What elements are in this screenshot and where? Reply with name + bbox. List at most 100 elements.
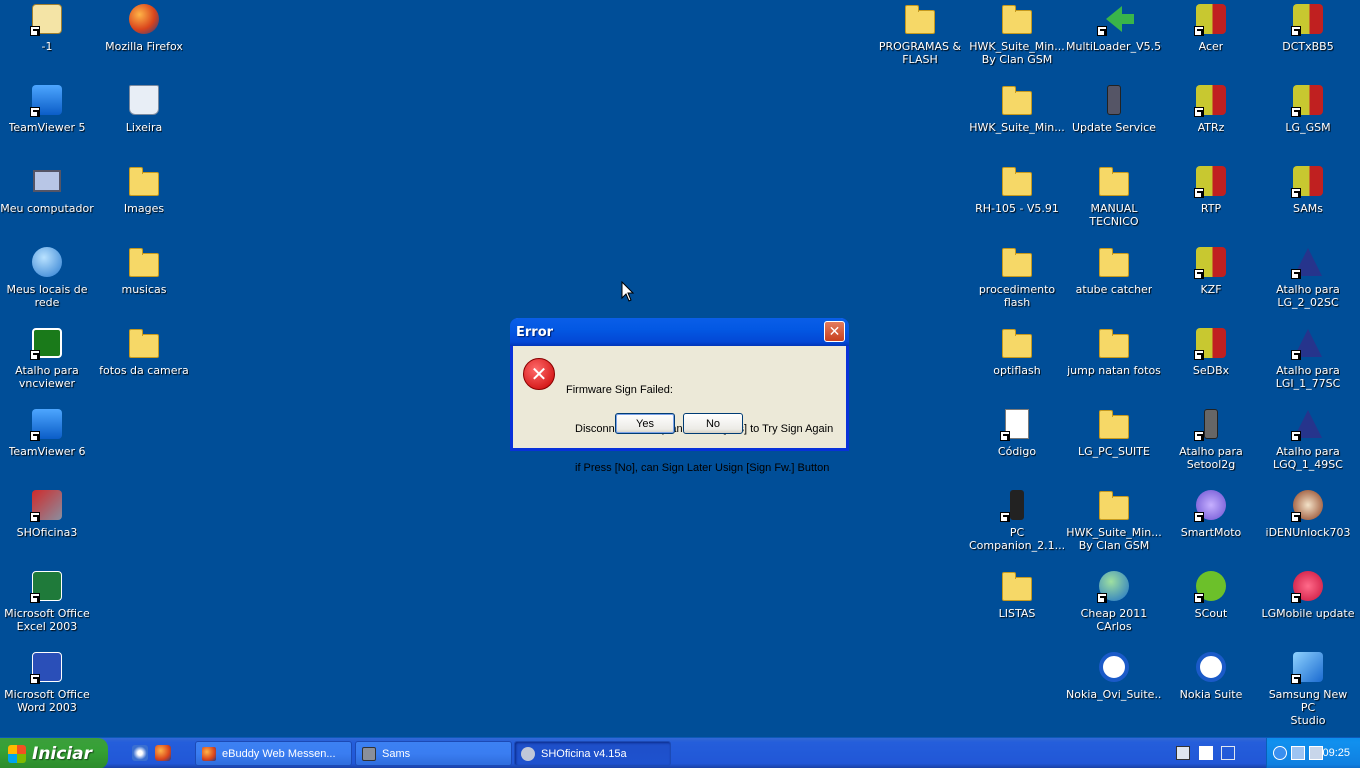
desktop-icon[interactable]: Samsung New PC Studio (1260, 650, 1356, 727)
task-ebuddy[interactable]: eBuddy Web Messen... (195, 741, 352, 766)
wrench-icon (521, 746, 535, 761)
desktop-icon[interactable]: HWK_Suite_Min... By Clan GSM (969, 2, 1065, 66)
desktop-icon-label: Images (123, 202, 165, 215)
desktop-icon[interactable]: Atalho para LG_2_02SC (1260, 245, 1356, 309)
windows-flag-icon (8, 744, 26, 763)
desktop-icon[interactable]: LISTAS (969, 569, 1065, 620)
desktop-icon[interactable]: Nokia Suite (1163, 650, 1259, 701)
desktop-icon[interactable]: Cheap 2011 CArlos (1066, 569, 1162, 633)
desktop-icon-label: KZF (1200, 283, 1222, 296)
desktop-icon[interactable]: Nokia_Ovi_Suite... (1066, 650, 1162, 701)
folder-icon (1000, 83, 1034, 117)
desktop-icon[interactable]: LG_PC_SUITE (1066, 407, 1162, 458)
task-shoficina[interactable]: SHOficina v4.15a (514, 741, 671, 766)
desktop-icon[interactable]: MANUAL TECNICO (1066, 164, 1162, 228)
desktop-icon[interactable]: Lixeira (96, 83, 192, 134)
desktop-icon[interactable]: LG_GSM (1260, 83, 1356, 134)
desktop-icon[interactable]: SCout (1163, 569, 1259, 620)
taskbar: Iniciar eBuddy Web Messen... Sams SHOfic… (0, 737, 1360, 768)
devices-tray-icon[interactable] (1309, 746, 1323, 760)
start-button[interactable]: Iniciar (0, 738, 108, 768)
desktop-icon[interactable]: Acer (1163, 2, 1259, 53)
green-arrow-icon (1097, 2, 1134, 36)
desktop-icon[interactable]: Microsoft Office Excel 2003 (0, 569, 95, 633)
chevron-left-icon[interactable] (1273, 746, 1287, 760)
desktop-icon[interactable]: MultiLoader_V5.56 (1066, 2, 1162, 53)
dialog-title: Error (516, 324, 554, 340)
firefox-quicklaunch-icon[interactable] (155, 745, 171, 761)
desktop-icon-label: -1 (41, 40, 53, 53)
desktop-icon[interactable]: KZF (1163, 245, 1259, 296)
desktop-icon[interactable]: Images (96, 164, 192, 215)
desktop-icon[interactable]: Meus locais de rede (0, 245, 95, 309)
desktop-icon[interactable]: -1 (0, 2, 95, 53)
desktop-icon[interactable]: Meu computador (0, 164, 95, 215)
box-shortcut-icon (1291, 83, 1325, 117)
desktop-icon[interactable]: PROGRAMAS & FLASH (872, 2, 968, 66)
desktop-icon[interactable]: Atalho para LGI_1_77SC (1260, 326, 1356, 390)
error-dialog: Error ✕ ✕ Firmware Sign Failed: Disconne… (510, 318, 849, 474)
desktop-icon[interactable]: SAMs (1260, 164, 1356, 215)
desktop-icon[interactable]: atube catcher (1066, 245, 1162, 296)
desktop-icon-label: Meus locais de rede (6, 283, 88, 309)
desktop-icon-label: MANUAL TECNICO (1089, 202, 1139, 228)
desktop-icon[interactable]: Microsoft Office Word 2003 (0, 650, 95, 714)
clock[interactable]: 09:25 (1322, 747, 1350, 759)
desktop-icon[interactable]: Mozilla Firefox (96, 2, 192, 53)
desktop-icon-label: RTP (1200, 202, 1222, 215)
desktop-icon[interactable]: Código (969, 407, 1065, 458)
system-tray: 09:25 (1266, 738, 1360, 768)
desktop-icon[interactable]: Atalho para Setool2g (1163, 407, 1259, 471)
desktop-icon[interactable]: musicas (96, 245, 192, 296)
nokia-suite-icon (1194, 650, 1228, 684)
folder-icon (127, 245, 161, 279)
desktop-icon[interactable]: jump natan fotos (1066, 326, 1162, 377)
desktop-icon[interactable]: SmartMoto (1163, 488, 1259, 539)
yes-button[interactable]: Yes (615, 413, 675, 434)
shortcut-arrow-icon (30, 107, 40, 117)
desktop-icon[interactable]: HWK_Suite_Min... By Clan GSM (1066, 488, 1162, 552)
desktop-icon[interactable]: procedimento flash (969, 245, 1065, 309)
desktop-icon[interactable]: Atalho para LGQ_1_49SC (1260, 407, 1356, 471)
desktop-icon-label: fotos da camera (99, 364, 189, 377)
desktop-icon[interactable]: SeDBx (1163, 326, 1259, 377)
desktop-icon[interactable]: TeamViewer 6 (0, 407, 95, 458)
lg-icon (1291, 569, 1325, 603)
desktop-icon-label: iDENUnlock703 (1265, 526, 1351, 539)
media-player-icon[interactable] (132, 745, 148, 761)
samsung-studio-icon (1291, 650, 1325, 684)
desktop-icon[interactable]: Update Service (1066, 83, 1162, 134)
desktop-icon[interactable]: fotos da camera (96, 326, 192, 377)
desktop-icon-label: HWK_Suite_Min... (969, 121, 1065, 134)
shortcut-arrow-icon (30, 431, 40, 441)
shortcut-arrow-icon (1097, 593, 1107, 603)
desktop-icon[interactable]: HWK_Suite_Min... (969, 83, 1065, 134)
task-sams[interactable]: Sams (355, 741, 512, 766)
shortcut-arrow-icon (1194, 188, 1204, 198)
box-app-icon (362, 746, 376, 761)
desktop-icon[interactable]: Atalho para vncviewer (0, 326, 95, 390)
no-button[interactable]: No (683, 413, 743, 434)
network-tray-icon[interactable] (1291, 746, 1305, 760)
keyboard-icon[interactable] (1176, 746, 1190, 760)
desktop-icon[interactable]: iDENUnlock703 (1260, 488, 1356, 539)
desktop-icon[interactable]: optiflash (969, 326, 1065, 377)
task-label: eBuddy Web Messen... (222, 747, 336, 760)
dialog-titlebar[interactable]: Error ✕ (510, 318, 849, 346)
firefox-icon (127, 2, 161, 36)
desktop-icon[interactable]: TeamViewer 5 (0, 83, 95, 134)
desktop-icon-label: DCTxBB5 (1282, 40, 1334, 53)
desktop-icon[interactable]: LGMobile update (1260, 569, 1356, 620)
close-button[interactable]: ✕ (824, 321, 845, 342)
desktop-icon[interactable]: PC Companion_2.1... (969, 488, 1065, 552)
desktop-icon[interactable]: ATRz (1163, 83, 1259, 134)
help-icon[interactable] (1199, 746, 1213, 760)
restore-icon[interactable] (1221, 746, 1235, 760)
network-icon (30, 245, 64, 279)
desktop-icon[interactable]: RTP (1163, 164, 1259, 215)
desktop-icon[interactable]: RH-105 - V5.91 (969, 164, 1065, 215)
desktop-icon-label: procedimento flash (978, 283, 1056, 309)
desktop-icon-label: Cheap 2011 CArlos (1080, 607, 1148, 633)
desktop-icon[interactable]: SHOficina3 (0, 488, 95, 539)
desktop-icon[interactable]: DCTxBB5 (1260, 2, 1356, 53)
